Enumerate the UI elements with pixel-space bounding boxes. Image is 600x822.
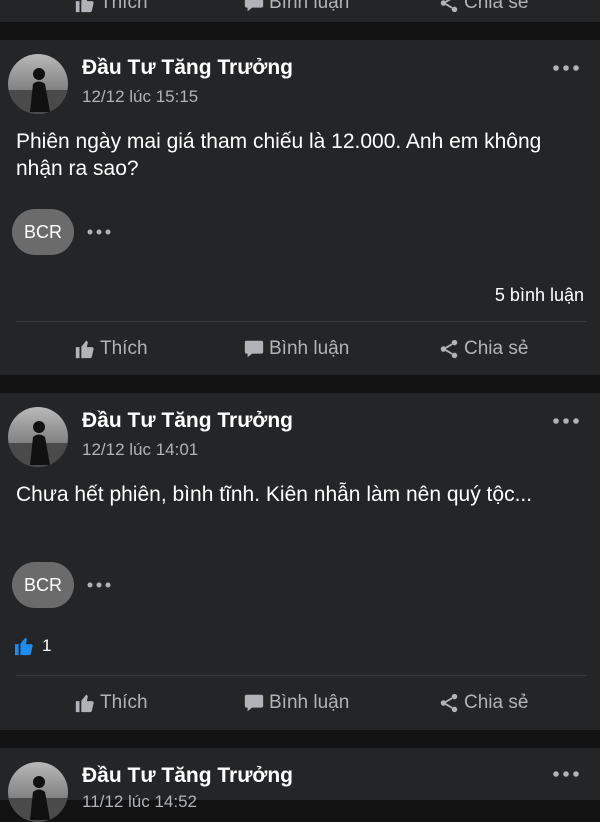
divider xyxy=(16,321,586,322)
thumbs-up-icon xyxy=(74,692,96,714)
post-timestamp[interactable]: 11/12 lúc 14:52 xyxy=(82,792,197,812)
post-card: Đầu Tư Tăng Trưởng 11/12 lúc 14:52 xyxy=(0,748,600,822)
comment-label: Bình luận xyxy=(269,0,350,13)
tag-more-button[interactable] xyxy=(86,225,112,239)
post-timestamp[interactable]: 12/12 lúc 15:15 xyxy=(82,87,198,107)
share-button[interactable]: Chia sẻ xyxy=(438,688,528,718)
more-icon xyxy=(553,418,579,424)
post-card-partial-top: Thích Bình luận Chia sẻ xyxy=(0,0,600,22)
thumbs-up-icon xyxy=(14,636,36,656)
like-button[interactable]: Thích xyxy=(74,0,148,18)
comment-button[interactable]: Bình luận xyxy=(243,334,349,364)
more-icon xyxy=(553,65,579,71)
share-icon xyxy=(438,0,460,14)
comment-icon xyxy=(243,338,265,360)
more-icon xyxy=(87,582,111,588)
thumbs-up-icon xyxy=(74,0,96,14)
like-button[interactable]: Thích xyxy=(74,688,148,718)
more-options-button[interactable] xyxy=(552,764,580,784)
author-name[interactable]: Đầu Tư Tăng Trưởng xyxy=(82,56,293,80)
more-options-button[interactable] xyxy=(552,411,580,431)
more-icon xyxy=(553,771,579,777)
more-icon xyxy=(87,229,111,235)
share-label: Chia sẻ xyxy=(464,0,529,13)
post-text: Phiên ngày mai giá tham chiếu là 12.000.… xyxy=(16,130,542,180)
tag-more-button[interactable] xyxy=(86,578,112,592)
like-button[interactable]: Thích xyxy=(74,334,148,364)
share-label: Chia sẻ xyxy=(464,338,529,359)
stock-tag-badge[interactable]: BCR xyxy=(12,562,74,608)
comment-icon xyxy=(243,0,265,14)
divider xyxy=(16,675,586,676)
stock-tag-badge[interactable]: BCR xyxy=(12,209,74,255)
comment-count[interactable]: 5 bình luận xyxy=(495,285,584,306)
share-button[interactable]: Chia sẻ xyxy=(438,334,528,364)
comment-button[interactable]: Bình luận xyxy=(243,688,349,718)
reaction-summary[interactable]: 1 xyxy=(14,636,51,656)
share-label: Chia sẻ xyxy=(464,692,529,713)
comment-button[interactable]: Bình luận xyxy=(243,0,349,18)
thumbs-up-icon xyxy=(74,338,96,360)
avatar[interactable] xyxy=(8,54,68,114)
reaction-count: 1 xyxy=(42,636,52,655)
post-card: Đầu Tư Tăng Trưởng 12/12 lúc 15:15 Phiên… xyxy=(0,40,600,375)
share-icon xyxy=(438,692,460,714)
avatar[interactable] xyxy=(8,407,68,467)
like-label: Thích xyxy=(100,0,148,13)
comment-icon xyxy=(243,692,265,714)
avatar[interactable] xyxy=(8,762,68,822)
share-icon xyxy=(438,338,460,360)
author-name[interactable]: Đầu Tư Tăng Trưởng xyxy=(82,764,293,788)
share-button[interactable]: Chia sẻ xyxy=(438,0,528,18)
author-name[interactable]: Đầu Tư Tăng Trưởng xyxy=(82,409,293,433)
post-text: Chưa hết phiên, bình tĩnh. Kiên nhẫn làm… xyxy=(16,483,533,506)
more-options-button[interactable] xyxy=(552,58,580,78)
comment-label: Bình luận xyxy=(269,692,350,713)
comment-label: Bình luận xyxy=(269,338,350,359)
post-timestamp[interactable]: 12/12 lúc 14:01 xyxy=(82,440,198,460)
post-card: Đầu Tư Tăng Trưởng 12/12 lúc 14:01 Chưa … xyxy=(0,393,600,730)
like-label: Thích xyxy=(100,692,148,713)
like-label: Thích xyxy=(100,338,148,359)
